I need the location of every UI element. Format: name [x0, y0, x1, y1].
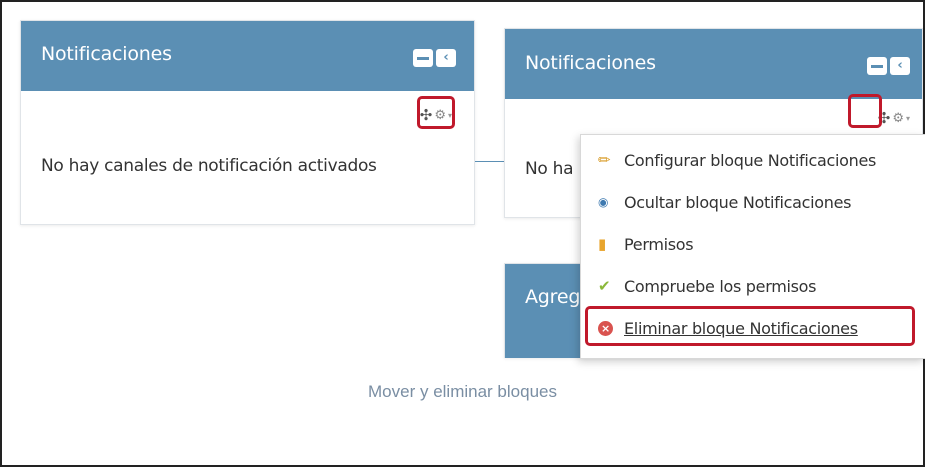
block-header-controls: ‹	[413, 49, 456, 67]
menu-item-configure[interactable]: ✏ Configurar bloque Notificaciones	[581, 139, 925, 181]
notifications-block-left: Notificaciones ‹ ✣ ⚙ ▾ No hay canales de…	[20, 20, 475, 225]
check-shield-icon: ✔	[598, 277, 611, 295]
minus-icon[interactable]	[413, 49, 433, 67]
block-title: Agreg	[525, 286, 581, 308]
menu-item-label: Compruebe los permisos	[624, 276, 817, 296]
chevron-left-icon[interactable]: ‹	[890, 57, 910, 75]
gear-highlight-box	[417, 96, 455, 129]
menu-item-hide[interactable]: ◉ Ocultar bloque Notificaciones	[581, 181, 925, 223]
menu-item-check-permissions[interactable]: ✔ Compruebe los permisos	[581, 265, 925, 307]
pencil-icon: ✏	[598, 151, 611, 169]
block-header: Notificaciones ‹	[505, 29, 922, 99]
menu-item-label: Ocultar bloque Notificaciones	[624, 192, 852, 212]
block-title: Notificaciones	[41, 43, 172, 65]
menu-item-label: Permisos	[624, 234, 694, 254]
delete-highlight-box	[585, 306, 915, 346]
move-highlight-box	[848, 94, 882, 128]
eye-icon: ◉	[598, 195, 609, 209]
shield-icon: ▮	[598, 235, 606, 253]
block-header-controls: ‹	[867, 57, 910, 75]
figure-caption: Mover y eliminar bloques	[368, 382, 557, 401]
block-actions: ✣ ⚙ ▾	[878, 109, 910, 127]
gear-icon[interactable]: ⚙	[892, 111, 904, 126]
chevron-left-icon[interactable]: ‹	[436, 49, 456, 67]
block-content-text: No hay canales de notificación activados	[41, 156, 377, 176]
block-content-text: No ha	[525, 159, 574, 179]
menu-item-permissions[interactable]: ▮ Permisos	[581, 223, 925, 265]
caret-down-icon[interactable]: ▾	[906, 114, 910, 123]
block-title: Notificaciones	[525, 52, 656, 74]
menu-item-label: Configurar bloque Notificaciones	[624, 150, 877, 170]
block-header: Notificaciones ‹	[21, 21, 474, 91]
minus-icon[interactable]	[867, 57, 887, 75]
